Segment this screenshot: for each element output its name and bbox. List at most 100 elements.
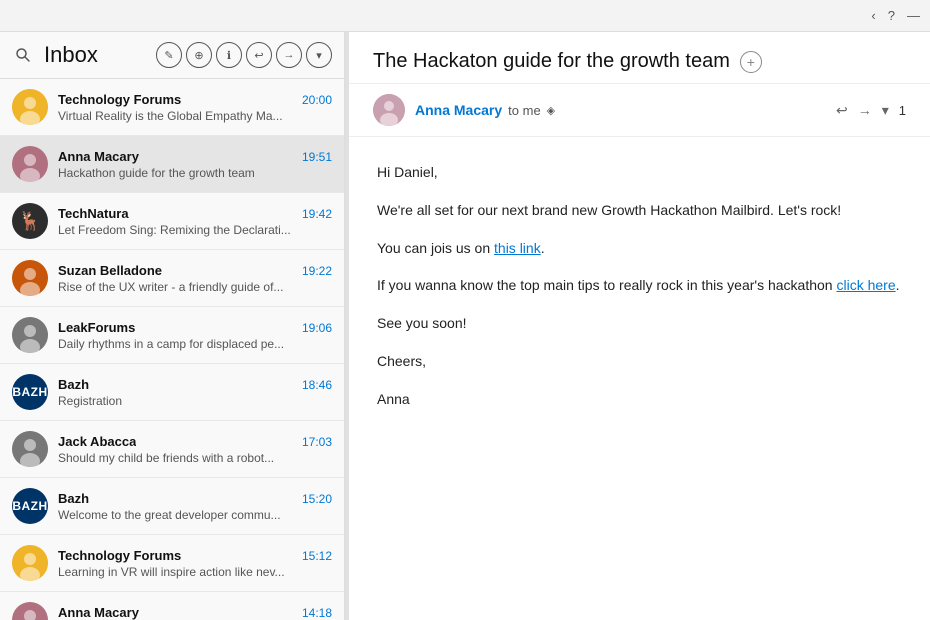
email-sender: LeakForums <box>58 320 135 335</box>
add-tab-button[interactable]: + <box>740 51 762 73</box>
back-icon[interactable]: ‹ <box>871 8 875 23</box>
reply-button[interactable]: ↩ <box>246 42 272 68</box>
download-button[interactable]: ⊕ <box>186 42 212 68</box>
main-layout: Inbox ✎ ⊕ ℹ ↩ → ▾ Technology Forums 20:00… <box>0 32 930 620</box>
search-icon[interactable] <box>12 44 34 66</box>
email-sender: Bazh <box>58 377 89 392</box>
email-body-paragraph: We're all set for our next brand new Gro… <box>377 199 902 223</box>
email-sender: Bazh <box>58 491 89 506</box>
expand-sender-icon[interactable]: ◈ <box>547 104 555 117</box>
sender-name-row: Anna Macary to me ◈ <box>415 102 826 118</box>
email-subject: Rise of the UX writer - a friendly guide… <box>58 280 332 294</box>
email-count: 1 <box>899 103 906 118</box>
email-list-item[interactable]: LeakForums 19:06 Daily rhythms in a camp f… <box>0 307 344 364</box>
compose-button[interactable]: ✎ <box>156 42 182 68</box>
email-subject-title: The Hackaton guide for the growth team <box>373 50 730 73</box>
email-time: 15:20 <box>302 492 332 506</box>
email-list: Technology Forums 20:00 Virtual Reality is… <box>0 79 344 620</box>
email-sender: Anna Macary <box>58 605 139 620</box>
email-item-content: Suzan Belladone19:22Rise of the UX write… <box>58 263 332 294</box>
help-icon[interactable]: ? <box>888 8 895 23</box>
email-body-paragraph: Hi Daniel, <box>377 161 902 185</box>
email-list-item[interactable]: BAZH Bazh 18:46 Registration <box>0 364 344 421</box>
email-body-link[interactable]: this link <box>494 240 541 256</box>
email-sender: TechNatura <box>58 206 129 221</box>
email-list-item[interactable]: Technology Forums 20:00 Virtual Reality is… <box>0 79 344 136</box>
email-subject: Virtual Reality is the Global Empathy Ma… <box>58 109 332 123</box>
email-body: Hi Daniel, We're all set for our next bra… <box>349 137 930 620</box>
email-list-item[interactable]: BAZH Bazh 15:20 Welcome to the great develo… <box>0 478 344 535</box>
email-list-item[interactable]: Anna Macary 19:51 Hackathon guide for the … <box>0 136 344 193</box>
email-subject: Should my child be friends with a robot.… <box>58 451 332 465</box>
email-item-content: Technology Forums 20:00 Virtual Reality is… <box>58 92 332 123</box>
email-list-item[interactable]: 🦌 TechNatura 19:42 Let Freedom Sing: Remixi… <box>0 193 344 250</box>
email-list-item[interactable]: Suzan Belladone19:22Rise of the UX write… <box>0 250 344 307</box>
email-time: 14:18 <box>302 606 332 620</box>
avatar <box>12 260 48 296</box>
sender-avatar <box>373 94 405 126</box>
email-time: 19:06 <box>302 321 332 335</box>
inbox-toolbar: ✎ ⊕ ℹ ↩ → ▾ <box>156 42 332 68</box>
email-subject: Let Freedom Sing: Remixing the Declarati… <box>58 223 332 237</box>
email-actions: ↩ → ▾ 1 <box>836 102 906 119</box>
avatar <box>12 545 48 581</box>
avatar <box>12 602 48 620</box>
forward-button[interactable]: → <box>276 42 302 68</box>
sender-to: to me <box>508 103 541 118</box>
email-body-paragraph: Cheers, <box>377 350 902 374</box>
minimize-icon[interactable]: — <box>907 8 920 23</box>
inbox-title: Inbox <box>44 42 146 68</box>
email-detail-title: The Hackaton guide for the growth team + <box>373 50 762 73</box>
avatar: BAZH <box>12 488 48 524</box>
email-body-link[interactable]: click here <box>836 277 895 293</box>
avatar <box>12 317 48 353</box>
info-button[interactable]: ℹ <box>216 42 242 68</box>
email-body-paragraph: You can jois us on this link. <box>377 237 902 261</box>
email-list-item[interactable]: Anna Macary14:18How Should We Tax Self-D… <box>0 592 344 620</box>
email-time: 19:51 <box>302 150 332 164</box>
email-meta-row: Anna Macary to me ◈ ↩ → ▾ 1 <box>349 84 930 137</box>
email-detail-panel: The Hackaton guide for the growth team +… <box>349 32 930 620</box>
forward-action-icon[interactable]: → <box>858 102 872 118</box>
email-sender: Anna Macary <box>58 149 139 164</box>
email-time: 19:42 <box>302 207 332 221</box>
email-body-paragraph: Anna <box>377 388 902 412</box>
email-time: 18:46 <box>302 378 332 392</box>
email-item-content: LeakForums 19:06 Daily rhythms in a camp f… <box>58 320 332 351</box>
email-item-content: Bazh 15:20 Welcome to the great developer … <box>58 491 332 522</box>
email-subject: Hackathon guide for the growth team <box>58 166 332 180</box>
email-sender: Jack Abacca <box>58 434 136 449</box>
avatar: 🦌 <box>12 203 48 239</box>
avatar <box>12 89 48 125</box>
email-item-content: Bazh 18:46 Registration <box>58 377 332 408</box>
email-time: 20:00 <box>302 93 332 107</box>
sender-name: Anna Macary <box>415 102 502 118</box>
more-button[interactable]: ▾ <box>306 42 332 68</box>
email-body-paragraph: See you soon! <box>377 312 902 336</box>
email-item-content: Anna Macary14:18How Should We Tax Self-D… <box>58 605 332 620</box>
email-subject: Registration <box>58 394 332 408</box>
email-item-content: TechNatura 19:42 Let Freedom Sing: Remixin… <box>58 206 332 237</box>
panel-divider <box>345 32 349 620</box>
email-time: 15:12 <box>302 549 332 563</box>
inbox-panel: Inbox ✎ ⊕ ℹ ↩ → ▾ Technology Forums 20:00… <box>0 32 345 620</box>
sender-info: Anna Macary to me ◈ <box>415 102 826 118</box>
email-subject: Welcome to the great developer commu... <box>58 508 332 522</box>
inbox-header: Inbox ✎ ⊕ ℹ ↩ → ▾ <box>0 32 344 79</box>
top-bar: ‹ ? — <box>0 0 930 32</box>
email-subject: Daily rhythms in a camp for displaced pe… <box>58 337 332 351</box>
email-subject: Learning in VR will inspire action like … <box>58 565 332 579</box>
email-item-content: Technology Forums 15:12 Learning in VR wil… <box>58 548 332 579</box>
email-list-item[interactable]: Technology Forums 15:12 Learning in VR wil… <box>0 535 344 592</box>
reply-action-icon[interactable]: ↩ <box>836 102 848 119</box>
email-sender: Technology Forums <box>58 92 181 107</box>
email-item-content: Anna Macary 19:51 Hackathon guide for the … <box>58 149 332 180</box>
email-time: 17:03 <box>302 435 332 449</box>
email-time: 19:22 <box>302 264 332 278</box>
email-list-item[interactable]: Jack Abacca 17:03 Should my child be frien… <box>0 421 344 478</box>
avatar: BAZH <box>12 374 48 410</box>
more-action-icon[interactable]: ▾ <box>882 102 889 119</box>
avatar <box>12 431 48 467</box>
detail-header: The Hackaton guide for the growth team + <box>349 32 930 84</box>
email-sender: Technology Forums <box>58 548 181 563</box>
